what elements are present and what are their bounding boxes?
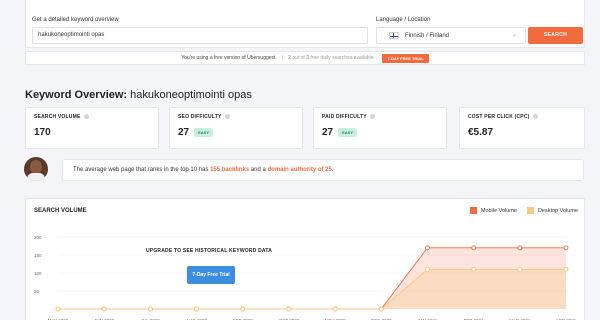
notice-text: You're using a free version of Ubersugge… bbox=[181, 55, 277, 61]
metric-value-text: 170 bbox=[34, 127, 51, 138]
searches-suffix: free daily searches available bbox=[310, 55, 374, 61]
data-point-desktop bbox=[147, 306, 153, 312]
metric-paid-difficulty: PAID DIFFICULTY 27 EASY bbox=[313, 107, 447, 149]
legend-mobile[interactable]: Mobile Volume bbox=[469, 207, 517, 214]
language-select[interactable]: Finnish / Finland ⌄ bbox=[376, 27, 526, 44]
search-volume-chart: 50100150200MAY 2020JUN 2020JUL 2020AUG 2… bbox=[34, 235, 577, 320]
data-point-desktop bbox=[471, 266, 477, 272]
notice-separator: | bbox=[281, 55, 284, 61]
data-point-desktop bbox=[425, 266, 430, 272]
metric-search-volume: SEARCH VOLUME 170 bbox=[25, 107, 159, 149]
tip-backlinks: 155 backlinks bbox=[210, 167, 250, 173]
search-panel: Get a detailed keyword overview Language… bbox=[25, 0, 585, 48]
data-point-mobile bbox=[425, 245, 430, 251]
free-version-notice: You're using a free version of Ubersugge… bbox=[25, 51, 585, 65]
metric-label-text: SEO DIFFICULTY bbox=[178, 114, 222, 120]
search-volume-chart-card: 50100150200MAY 2020JUN 2020JUL 2020AUG 2… bbox=[25, 198, 585, 320]
page-title: Keyword Overview: hakukoneoptimointi opa… bbox=[25, 89, 252, 101]
metric-label-text: PAID DIFFICULTY bbox=[322, 114, 367, 120]
chart-legend: Mobile Volume Desktop Volume bbox=[469, 207, 578, 214]
metric-value: 27 EASY bbox=[322, 127, 438, 138]
metric-label: SEO DIFFICULTY bbox=[178, 114, 294, 120]
language-value: Finnish / Finland bbox=[405, 32, 450, 39]
info-icon[interactable] bbox=[224, 114, 230, 120]
language-label: Language / Location bbox=[376, 17, 431, 23]
page-title-keyword: hakukoneoptimointi opas bbox=[130, 89, 252, 101]
chart-title: SEARCH VOLUME bbox=[34, 208, 87, 214]
metric-value-text: 27 bbox=[322, 127, 334, 138]
info-icon[interactable] bbox=[369, 114, 375, 120]
metric-label: PAID DIFFICULTY bbox=[322, 114, 438, 120]
tip-authority: domain authority of 25 bbox=[267, 167, 332, 173]
metric-label: SEARCH VOLUME bbox=[34, 114, 150, 120]
data-point-mobile bbox=[517, 245, 523, 251]
metric-value-text: €5.87 bbox=[468, 127, 494, 138]
info-icon[interactable] bbox=[532, 114, 538, 120]
metric-label-text: SEARCH VOLUME bbox=[34, 114, 81, 120]
tip-end: . bbox=[331, 167, 334, 173]
keyword-input[interactable]: hakukoneoptimointi opas bbox=[32, 27, 368, 44]
legend-desktop[interactable]: Desktop Volume bbox=[526, 207, 578, 214]
easy-badge: EASY bbox=[194, 128, 214, 137]
data-point-desktop bbox=[563, 266, 569, 272]
avatar bbox=[24, 157, 48, 181]
chevron-down-icon: ⌄ bbox=[511, 32, 517, 38]
keyword-label: Get a detailed keyword overview bbox=[32, 17, 119, 23]
legend-mobile-label: Mobile Volume bbox=[480, 207, 517, 214]
page-title-prefix: Keyword Overview: bbox=[25, 89, 128, 101]
metric-label: COST PER CLICK (CPC) bbox=[468, 114, 576, 120]
searches-remaining: 2 out of 3 free daily searches available bbox=[288, 55, 373, 61]
data-point-desktop bbox=[517, 266, 523, 272]
upgrade-message: UPGRADE TO SEE HISTORICAL KEYWORD DATA bbox=[146, 248, 273, 254]
metric-value: 27 EASY bbox=[178, 127, 294, 138]
free-trial-chart-button[interactable]: 7-Day Free Trial bbox=[187, 266, 235, 284]
free-trial-button[interactable]: 7-DAY FREE TRIAL bbox=[382, 53, 429, 63]
metric-label-text: COST PER CLICK (CPC) bbox=[468, 114, 530, 120]
metric-value: 170 bbox=[34, 127, 150, 138]
legend-desktop-label: Desktop Volume bbox=[537, 207, 578, 214]
info-icon[interactable] bbox=[83, 114, 89, 120]
searches-total: 3 bbox=[306, 55, 309, 61]
tip-text: The average web page that ranks in the t… bbox=[73, 167, 334, 173]
data-point-mobile bbox=[563, 245, 569, 251]
data-point-desktop bbox=[332, 306, 338, 312]
metric-seo-difficulty: SEO DIFFICULTY 27 EASY bbox=[169, 107, 303, 149]
metric-value: €5.87 bbox=[468, 127, 576, 138]
y-tick-label: 150 bbox=[34, 253, 42, 258]
tip-pre: The average web page that ranks in the t… bbox=[73, 167, 211, 173]
metric-cpc: COST PER CLICK (CPC) €5.87 bbox=[459, 107, 585, 149]
searches-middle: out of bbox=[292, 55, 305, 61]
legend-swatch-desktop bbox=[526, 207, 534, 214]
metric-value-text: 27 bbox=[178, 127, 190, 138]
y-tick-label: 100 bbox=[34, 271, 42, 276]
data-point-desktop bbox=[240, 306, 246, 312]
tip-bubble: The average web page that ranks in the t… bbox=[62, 159, 584, 181]
finland-flag-icon bbox=[389, 32, 399, 39]
searches-used: 2 bbox=[288, 55, 291, 61]
legend-swatch-mobile bbox=[469, 207, 477, 214]
data-point-mobile bbox=[471, 245, 477, 251]
y-tick-label: 50 bbox=[34, 289, 40, 294]
data-point-desktop bbox=[378, 306, 384, 312]
data-point-desktop bbox=[101, 306, 107, 312]
data-point-desktop bbox=[286, 306, 292, 312]
series-area-desktop bbox=[58, 269, 566, 309]
easy-badge: EASY bbox=[338, 128, 358, 137]
y-tick-label: 200 bbox=[34, 235, 42, 240]
tip-mid: and a bbox=[249, 167, 268, 173]
data-point-desktop bbox=[194, 306, 199, 312]
search-button[interactable]: SEARCH bbox=[528, 27, 583, 44]
data-point-desktop bbox=[55, 306, 61, 312]
